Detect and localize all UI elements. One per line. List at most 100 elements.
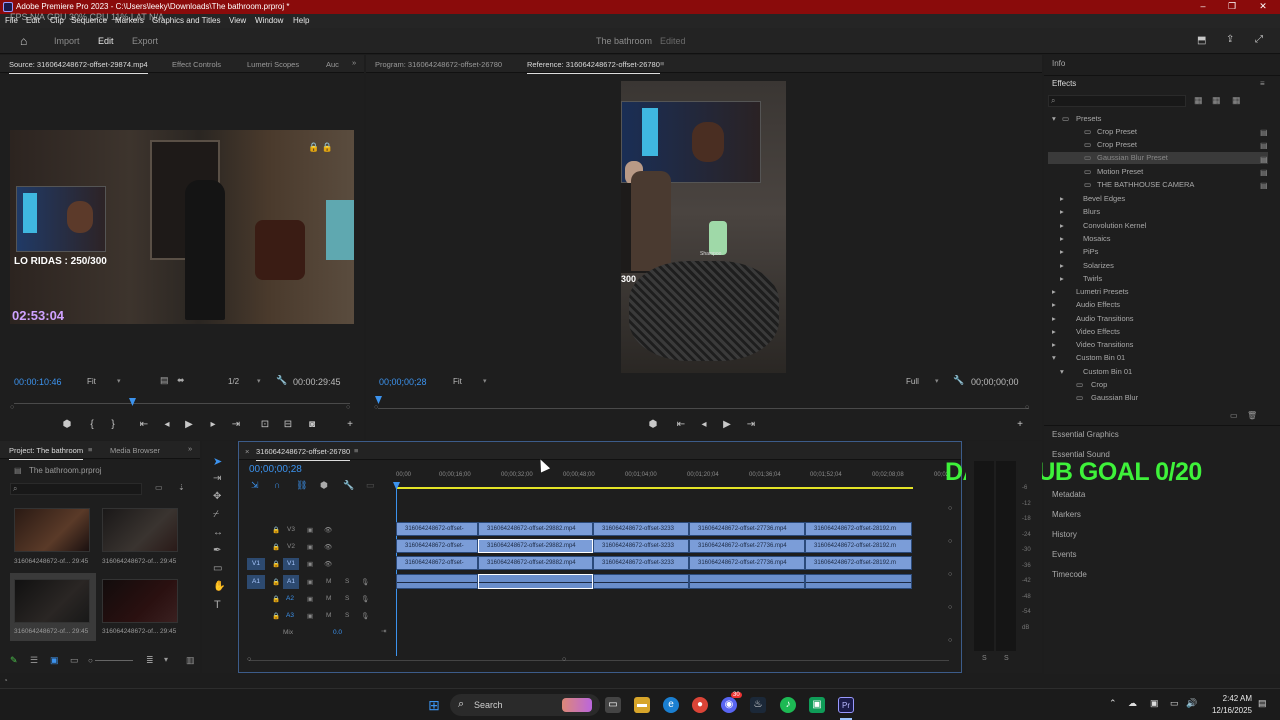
history-tab[interactable]: History (1052, 530, 1077, 539)
linked-selection-icon[interactable]: ⛓ (296, 480, 307, 491)
program-scrub-end-icon[interactable]: ○ (1025, 404, 1029, 411)
audio-clip[interactable] (593, 574, 689, 589)
go-to-in-icon[interactable]: ⇤ (137, 419, 151, 430)
sort-icon[interactable]: ⇣ (178, 483, 185, 492)
tab-import[interactable]: Import (54, 36, 80, 46)
type-tool-icon[interactable]: T (214, 599, 221, 611)
program-step-back-icon[interactable]: ◂ (697, 419, 711, 430)
time-ruler[interactable]: 00;00 00;00;16;00 00;00;32;00 00;00;48;0… (396, 472, 952, 486)
preset-item[interactable]: Crop Preset (1084, 140, 1137, 149)
tab-effect-controls[interactable]: Effect Controls (172, 60, 221, 69)
program-fit-select[interactable]: Fit (453, 377, 462, 386)
pencil-icon[interactable]: ✎ (10, 655, 18, 666)
program-fit-dropdown-icon[interactable]: ▾ (483, 377, 487, 385)
folder-item[interactable]: Audio Transitions (1076, 314, 1134, 323)
delete-icon[interactable]: 🗑 (1247, 411, 1257, 420)
step-forward-icon[interactable]: ▸ (206, 419, 220, 430)
windows-start-icon[interactable]: ⊞ (426, 697, 442, 713)
sync-lock-icon[interactable]: ▣ (307, 526, 313, 534)
subfolder-item[interactable]: Mosaics (1083, 234, 1111, 243)
custom-subbin[interactable]: Custom Bin 01 (1083, 367, 1132, 376)
32bit-effects-icon[interactable]: ▦ (1212, 95, 1221, 106)
taskbar-search[interactable]: ⌕ Search (450, 694, 600, 716)
lock-icon[interactable]: 🔒 (272, 543, 280, 551)
thumbnail[interactable] (102, 508, 178, 552)
markers-tab[interactable]: Markers (1052, 510, 1081, 519)
hand-tool-icon[interactable]: ✋ (213, 581, 225, 592)
sync-lock-icon[interactable]: ▣ (307, 612, 313, 620)
onedrive-icon[interactable]: ☁ (1128, 698, 1137, 709)
folder-item[interactable]: Audio Effects (1076, 300, 1120, 309)
volume-icon[interactable]: 🔊 (1186, 698, 1197, 709)
tab-program[interactable]: Program: 316064248672-offset-26780 (375, 60, 502, 69)
source-patch-a1[interactable]: A1 (247, 575, 265, 589)
zoom-slider[interactable] (95, 660, 133, 661)
clip-selected[interactable]: 316064248672-offset-29882.mp4 (478, 539, 593, 553)
eye-icon[interactable]: 👁 (324, 543, 332, 551)
edge-icon[interactable]: e (663, 697, 679, 713)
solo-icon[interactable]: S (345, 595, 349, 602)
folder-item[interactable]: Video Transitions (1076, 340, 1133, 349)
nest-icon[interactable]: ⇲ (251, 480, 259, 491)
premiere-pro-icon[interactable]: Pr (838, 697, 854, 713)
solo-icon[interactable]: S (345, 578, 349, 585)
close-sequence-icon[interactable]: × (245, 447, 249, 456)
effects-panel-tab[interactable]: Effects (1052, 79, 1076, 88)
snap-icon[interactable]: ∩ (274, 480, 280, 490)
mute-icon[interactable]: M (326, 595, 331, 602)
expand-icon[interactable]: ▸ (1060, 194, 1064, 203)
solo-icon[interactable]: S (345, 612, 349, 619)
clip[interactable]: 316064248672-offset-3233 (593, 556, 689, 570)
app-icon[interactable]: ▣ (809, 697, 825, 713)
source-patch-v1[interactable]: V1 (247, 558, 265, 570)
track-select-tool-icon[interactable]: ⇥ (213, 473, 221, 484)
custom-effect-item[interactable]: Gaussian Blur (1091, 393, 1138, 402)
clip[interactable]: 316064248672-offset- (396, 539, 478, 553)
mic-icon[interactable]: 🎙 (361, 578, 369, 586)
mic-icon[interactable]: 🎙 (361, 595, 369, 603)
track-label-a1[interactable]: A1 (283, 575, 299, 589)
resolution-dropdown-icon[interactable]: ▾ (257, 377, 261, 385)
more-tabs-icon[interactable]: » (188, 444, 192, 453)
solo-left-button[interactable]: S (982, 655, 987, 662)
audio-clip[interactable] (805, 574, 912, 589)
freeform-view-icon[interactable]: ▭ (70, 655, 79, 666)
lock-icon[interactable]: 🔒 (272, 526, 280, 534)
network-icon[interactable]: ▭ (1170, 698, 1179, 709)
tab-media-browser[interactable]: Media Browser (110, 446, 160, 455)
clip[interactable]: 316064248672-offset-28192.m (805, 539, 912, 553)
new-bin-icon[interactable]: ▭ (155, 483, 163, 492)
expand-icon[interactable]: ▸ (1060, 261, 1064, 270)
selection-tool-icon[interactable]: ➤ (213, 455, 222, 468)
program-add-button-icon[interactable]: + (1013, 419, 1027, 430)
audio-clip[interactable] (396, 574, 478, 589)
close-icon[interactable]: ✕ (1256, 1, 1270, 13)
rectangle-tool-icon[interactable]: ▭ (213, 563, 222, 574)
program-go-to-in-icon[interactable]: ⇤ (674, 419, 688, 430)
solo-right-button[interactable]: S (1004, 655, 1009, 662)
quick-export-icon[interactable]: ⬒ (1197, 35, 1206, 46)
preset-item[interactable]: Motion Preset (1084, 167, 1143, 176)
pen-tool-icon[interactable]: ✒ (213, 545, 221, 556)
source-video-frame[interactable]: LO RIDAS : 250/300 02:53:04 🔒 🔒 (10, 130, 354, 324)
preset-item[interactable]: THE BATHHOUSE CAMERA (1084, 180, 1194, 189)
maximize-icon[interactable]: ❐ (1225, 1, 1239, 13)
quality-dropdown-icon[interactable]: ▾ (935, 377, 939, 385)
program-wrench-icon[interactable]: 🔧 (953, 375, 964, 386)
yuv-effects-icon[interactable]: ▦ (1232, 95, 1241, 106)
home-icon[interactable]: ⌂ (20, 34, 27, 48)
accelerated-effects-icon[interactable]: ▦ (1194, 95, 1203, 106)
essential-graphics-tab[interactable]: Essential Graphics (1052, 430, 1119, 439)
scrub-start-icon[interactable]: ○ (10, 404, 14, 411)
track-height-handles[interactable]: ○ ○ ○ ○ ○ (948, 492, 952, 657)
notification-center-icon[interactable]: ▤ (1258, 698, 1267, 709)
source-resolution-select[interactable]: 1/2 (228, 377, 239, 386)
source-scrub-bar[interactable] (14, 403, 350, 404)
work-area-bar[interactable] (396, 487, 913, 489)
eye-icon[interactable]: 👁 (324, 560, 332, 568)
clip[interactable]: 316064248672-offset-27736.mp4 (689, 539, 805, 553)
expand-icon[interactable]: ▸ (1060, 207, 1064, 216)
source-playhead[interactable] (129, 398, 136, 406)
go-to-out-icon[interactable]: ⇥ (229, 419, 243, 430)
play-icon[interactable]: ▶ (182, 419, 196, 430)
